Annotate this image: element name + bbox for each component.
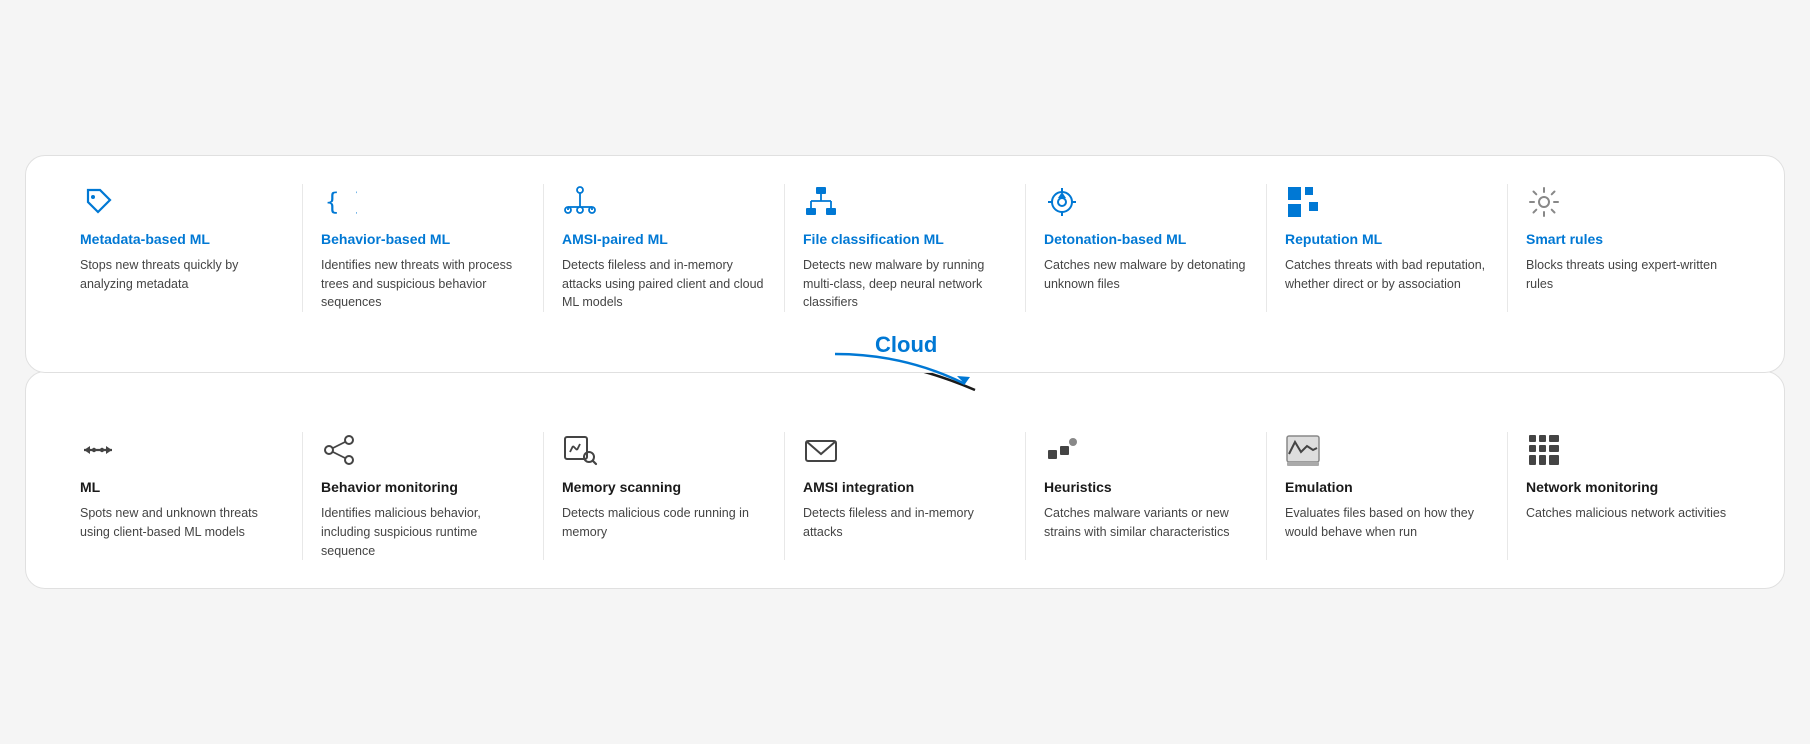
smart-rules-desc: Blocks threats using expert-written rule… [1526,256,1730,294]
heuristics-title: Heuristics [1044,478,1248,496]
item-reputation-ml: Reputation ML Catches threats with bad r… [1267,184,1508,312]
svg-text:{ }: { } [325,188,357,216]
grid-squares-icon [1285,184,1321,220]
cloud-items-row: Metadata-based ML Stops new threats quic… [62,184,1748,312]
crosshair-icon [1044,184,1080,220]
item-amsi-ml: AMSI-paired ML Detects fileless and in-m… [544,184,785,312]
reputation-ml-desc: Catches threats with bad reputation, whe… [1285,256,1489,294]
dots-grid-icon [1044,432,1080,468]
amsi-integration-desc: Detects fileless and in-memory attacks [803,504,1007,542]
diagram-wrapper: Metadata-based ML Stops new threats quic… [25,155,1785,590]
behavior-monitoring-title: Behavior monitoring [321,478,525,496]
gear-icon [1526,184,1562,220]
item-metadata-ml: Metadata-based ML Stops new threats quic… [62,184,303,312]
metadata-ml-desc: Stops new threats quickly by analyzing m… [80,256,284,294]
item-network-monitoring: Network monitoring Catches malicious net… [1508,432,1748,560]
memory-scanning-desc: Detects malicious code running in memory [562,504,766,542]
cloud-panel: Metadata-based ML Stops new threats quic… [25,155,1785,373]
waveform-icon [1285,432,1321,468]
item-smart-rules: Smart rules Blocks threats using expert-… [1508,184,1748,312]
file-class-ml-title: File classification ML [803,230,1007,248]
chart-search-icon [562,432,598,468]
amsi-integration-title: AMSI integration [803,478,1007,496]
detonation-ml-desc: Catches new malware by detonating unknow… [1044,256,1248,294]
emulation-desc: Evaluates files based on how they would … [1285,504,1489,542]
client-ml-title: ML [80,478,284,496]
reputation-ml-title: Reputation ML [1285,230,1489,248]
grid-tiles-icon [1526,432,1562,468]
item-behavior-monitoring: Behavior monitoring Identifies malicious… [303,432,544,560]
item-file-class-ml: File classification ML Detects new malwa… [785,184,1026,312]
item-emulation: Emulation Evaluates files based on how t… [1267,432,1508,560]
svg-text:Cloud: Cloud [875,332,937,357]
network-monitoring-title: Network monitoring [1526,478,1730,496]
client-items-row: ML Spots new and unknown threats using c… [62,432,1748,560]
detonation-ml-title: Detonation-based ML [1044,230,1248,248]
network-icon [562,184,598,220]
item-detonation-ml: Detonation-based ML Catches new malware … [1026,184,1267,312]
network-monitoring-desc: Catches malicious network activities [1526,504,1730,523]
item-client-ml: ML Spots new and unknown threats using c… [62,432,303,560]
memory-scanning-title: Memory scanning [562,478,766,496]
arrows-lr-icon [80,432,116,468]
item-heuristics: Heuristics Catches malware variants or n… [1026,432,1267,560]
heuristics-desc: Catches malware variants or new strains … [1044,504,1248,542]
metadata-ml-title: Metadata-based ML [80,230,284,248]
share-icon [321,432,357,468]
client-panel: Client ML Spots new and unknown threats … [25,371,1785,589]
hierarchy-icon [803,184,839,220]
item-memory-scanning: Memory scanning Detects malicious code r… [544,432,785,560]
smart-rules-title: Smart rules [1526,230,1730,248]
behavior-ml-title: Behavior-based ML [321,230,525,248]
file-class-ml-desc: Detects new malware by running multi-cla… [803,256,1007,312]
behavior-monitoring-desc: Identifies malicious behavior, including… [321,504,525,560]
braces-icon: { } [321,184,357,220]
cloud-label-area: Cloud [815,344,995,394]
behavior-ml-desc: Identifies new threats with process tree… [321,256,525,312]
tag-icon [80,184,116,220]
client-ml-desc: Spots new and unknown threats using clie… [80,504,284,542]
amsi-ml-title: AMSI-paired ML [562,230,766,248]
emulation-title: Emulation [1285,478,1489,496]
item-amsi-integration: AMSI integration Detects fileless and in… [785,432,1026,560]
envelope-icon [803,432,839,468]
item-behavior-ml: { } Behavior-based ML Identifies new thr… [303,184,544,312]
amsi-ml-desc: Detects fileless and in-memory attacks u… [562,256,766,312]
